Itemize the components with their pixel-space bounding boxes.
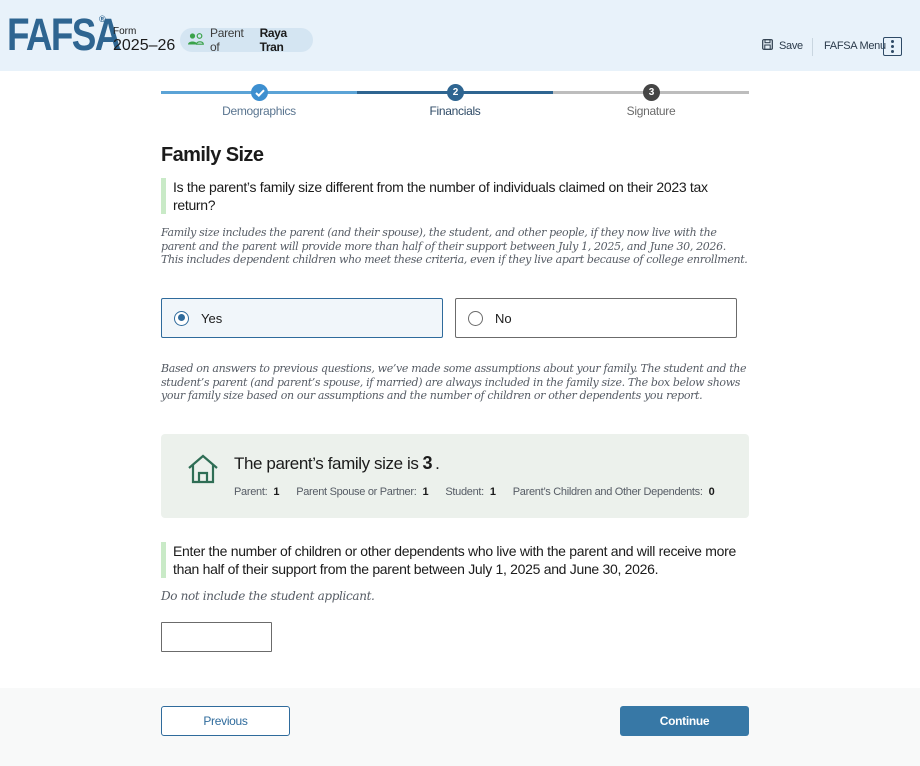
radio-label-yes: Yes <box>201 310 223 326</box>
radio-label-no: No <box>495 310 512 326</box>
role-badge: Parent of Raya Tran <box>180 26 313 54</box>
student-name: Raya Tran <box>259 26 287 54</box>
step-3-upcoming: 3 <box>643 84 660 101</box>
progress-stepper: 2 3 Demographics Financials Signature <box>161 84 749 124</box>
house-icon <box>187 454 219 489</box>
radio-selected-icon[interactable] <box>174 310 189 326</box>
check-icon <box>254 89 265 97</box>
radio-option-yes[interactable]: Yes <box>161 298 443 338</box>
radio-unselected-icon[interactable] <box>468 310 483 326</box>
save-label: Save <box>779 40 803 52</box>
step-label-demographics: Demographics <box>222 104 296 118</box>
form-footer <box>0 688 920 766</box>
header-divider <box>812 38 813 56</box>
step-label-financials: Financials <box>429 104 481 118</box>
breakdown-dependents: Parent’s Children and Other Dependents: 0 <box>512 486 715 498</box>
family-size-hint: Family size includes the parent (and the… <box>161 226 748 266</box>
kebab-menu-icon[interactable] <box>883 37 902 56</box>
dependents-hint: Do not include the student applicant. <box>161 589 375 603</box>
dependents-count-input[interactable] <box>161 622 272 652</box>
family-size-summary: The parent’s family size is 3. Parent: 1 P… <box>161 434 749 518</box>
family-size-heading: The parent’s family size is 3. <box>234 453 440 474</box>
step-2-current: 2 <box>447 84 464 101</box>
registered-mark: ® <box>99 14 106 24</box>
family-size-breakdown: Parent: 1 Parent Spouse or Partner: 1 Stud… <box>234 486 731 498</box>
site-header: FAFSA ® Form 2025–26 Parent of Raya Tran… <box>0 0 920 71</box>
step-1-complete <box>251 84 268 101</box>
breakdown-spouse: Parent Spouse or Partner: 1 <box>296 486 429 498</box>
fafsa-menu-label[interactable]: FAFSA Menu <box>824 40 886 52</box>
users-icon <box>188 32 204 48</box>
save-icon <box>762 39 779 53</box>
continue-button[interactable]: Continue <box>620 706 749 736</box>
form-year: 2025–26 <box>113 37 176 54</box>
step-label-signature: Signature <box>626 104 676 118</box>
form-label: Form <box>113 26 137 37</box>
page-title: Family Size <box>161 144 264 166</box>
radio-option-no[interactable]: No <box>455 298 737 338</box>
breakdown-parent: Parent: 1 <box>234 486 280 498</box>
assumption-text: Based on answers to previous questions, … <box>161 362 747 402</box>
role-prefix: Parent of <box>210 26 244 54</box>
save-button[interactable]: Save <box>762 39 803 53</box>
previous-button[interactable]: Previous <box>161 706 290 736</box>
family-size-value: 3 <box>422 453 433 473</box>
question-dependents-count: Enter the number of children or other de… <box>161 542 749 578</box>
family-size-prefix: The parent’s family size is <box>234 454 419 473</box>
breakdown-student: Student: 1 <box>445 486 496 498</box>
question-family-size-different: Is the parent’s family size different fr… <box>161 178 749 214</box>
family-size-suffix: . <box>435 454 440 473</box>
